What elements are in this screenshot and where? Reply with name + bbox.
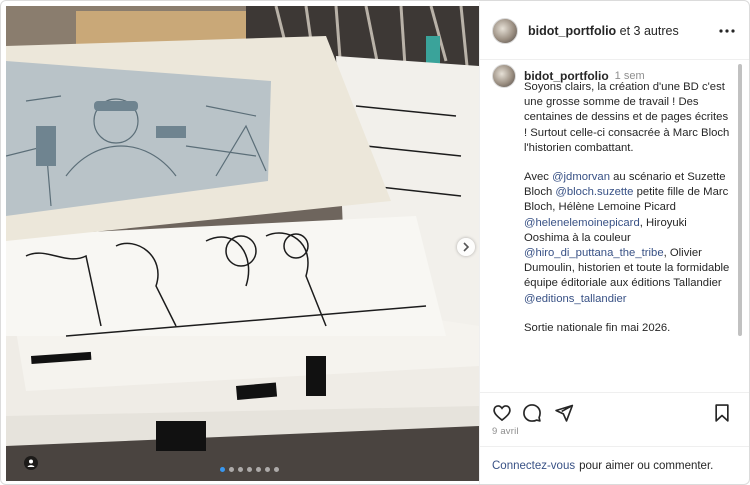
more-options-button[interactable]	[718, 22, 736, 40]
carousel-dot	[265, 467, 270, 472]
comment-icon	[523, 404, 541, 422]
mention-link[interactable]: @bloch.suzette	[555, 186, 633, 198]
carousel-dot	[220, 467, 225, 472]
carousel-dot	[274, 467, 279, 472]
carousel-indicator	[220, 467, 279, 472]
user-tag-icon	[24, 456, 38, 470]
comment-button[interactable]	[522, 403, 542, 423]
caption-text: Soyons clairs, la création d'une BD c'es…	[524, 80, 732, 350]
carousel-dot	[256, 467, 261, 472]
post-photo[interactable]	[6, 6, 479, 481]
login-prompt-text: pour aimer ou commenter.	[579, 459, 714, 472]
mention-link[interactable]: @helenelemoinepicard	[524, 217, 640, 229]
post-header: bidot_portfolio et 3 autres	[480, 2, 749, 60]
carousel-dot	[229, 467, 234, 472]
caption-avatar[interactable]	[492, 64, 516, 88]
heart-icon	[493, 405, 511, 422]
bookmark-icon	[715, 404, 729, 422]
login-link[interactable]: Connectez-vous	[492, 460, 575, 472]
carousel-dot	[247, 467, 252, 472]
caption-text-segment: Avec	[524, 171, 553, 184]
share-button[interactable]	[554, 403, 574, 423]
like-button[interactable]	[492, 403, 512, 423]
tagged-users-button[interactable]	[24, 456, 38, 470]
scrollbar-thumb[interactable]	[738, 64, 742, 336]
caption-paragraph-3: Sortie nationale fin mai 2026.	[524, 321, 671, 334]
caption-paragraph-2: Avec @jdmorvan au scénario et Suzette Bl…	[524, 170, 732, 307]
more-horizontal-icon	[719, 29, 735, 33]
post-side-panel: bidot_portfolio et 3 autres bidot_portfo…	[479, 2, 749, 484]
carousel-dot	[238, 467, 243, 472]
carousel-next-button[interactable]	[457, 238, 475, 256]
avatar[interactable]	[492, 17, 518, 44]
author-username[interactable]: bidot_portfolio	[528, 24, 616, 38]
chevron-right-icon	[463, 242, 470, 252]
save-button[interactable]	[712, 403, 732, 423]
send-icon	[555, 404, 574, 422]
caption-scrollbar[interactable]	[737, 60, 743, 385]
mention-link[interactable]: @hiro_di_puttana_the_tribe	[524, 247, 664, 259]
instagram-post-embed: bidot_portfolio et 3 autres bidot_portfo…	[0, 0, 750, 485]
post-actions	[480, 392, 749, 430]
mention-link[interactable]: @editions_tallandier	[524, 293, 627, 305]
mention-link[interactable]: @jdmorvan	[552, 171, 610, 183]
post-author[interactable]: bidot_portfolio et 3 autres	[528, 24, 679, 38]
login-prompt: Connectez-vous pour aimer ou commenter.	[480, 446, 749, 484]
coauthors-link[interactable]: et 3 autres	[620, 24, 679, 38]
caption-paragraph-1: Soyons clairs, la création d'une BD c'es…	[524, 81, 730, 154]
post-caption: bidot_portfolio 1 sem Soyons clairs, la …	[492, 64, 732, 384]
post-date[interactable]: 9 avril	[492, 426, 519, 437]
comic-pages-illustration	[6, 6, 479, 481]
